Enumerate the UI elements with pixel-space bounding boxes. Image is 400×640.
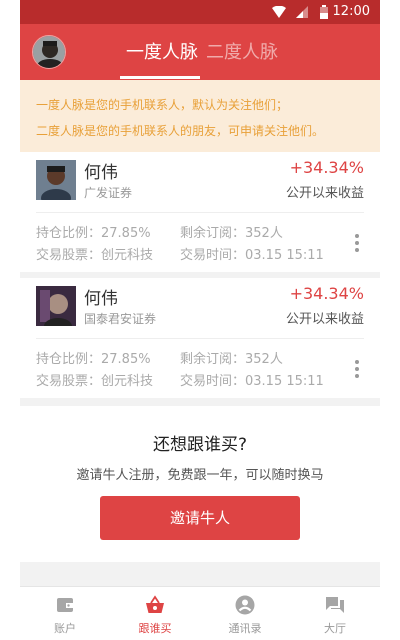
notice-line-2: 二度人脉是您的手机联系人的朋友，可申请关注他们。 bbox=[36, 124, 325, 138]
battery-icon bbox=[320, 5, 328, 19]
status-time: 12:00 bbox=[332, 4, 370, 19]
invite-title: 还想跟谁买? bbox=[152, 435, 248, 455]
user-avatar[interactable] bbox=[32, 35, 66, 69]
trader-broker: 广发证券 bbox=[84, 186, 133, 200]
more-options-icon[interactable] bbox=[354, 234, 360, 254]
tab-first-degree[interactable]: 一度人脉 bbox=[126, 38, 198, 64]
return-label: 公开以来收益 bbox=[285, 312, 364, 327]
invite-section: 还想跟谁买? 邀请牛人注册，免费跟一年，可以随时换马 邀请牛人 bbox=[20, 406, 380, 562]
nav-label: 大厅 bbox=[324, 622, 346, 635]
wallet-icon bbox=[57, 598, 73, 612]
nav-account[interactable]: 账户 bbox=[20, 587, 110, 640]
invite-button[interactable]: 邀请牛人 bbox=[100, 496, 300, 540]
bottom-nav: 账户 跟谁买 通讯录 大厅 bbox=[20, 586, 380, 640]
notice-line-1: 一度人脉是您的手机联系人，默认为关注他们； bbox=[36, 98, 289, 112]
invite-subtitle: 邀请牛人注册，免费跟一年，可以随时换马 bbox=[76, 468, 324, 483]
status-bar: 12:00 bbox=[20, 0, 380, 24]
nav-label: 通讯录 bbox=[228, 622, 262, 635]
card-divider bbox=[36, 338, 364, 339]
return-percent: +34.34% bbox=[289, 284, 364, 303]
info-notice: 一度人脉是您的手机联系人，默认为关注他们； 二度人脉是您的手机联系人的朋友，可申… bbox=[20, 80, 380, 152]
active-tab-indicator bbox=[120, 76, 200, 79]
nav-label: 跟谁买 bbox=[138, 622, 172, 635]
wifi-icon bbox=[272, 6, 286, 18]
nav-hall[interactable]: 大厅 bbox=[290, 587, 380, 640]
trader-card[interactable]: 何伟 国泰君安证券 +34.34% 公开以来收益 持仓比例：27.85% 剩余订… bbox=[20, 278, 380, 398]
traded-stock: 交易股票：创元科技 bbox=[36, 374, 154, 389]
nav-label: 账户 bbox=[54, 622, 76, 635]
remaining-subscriptions: 剩余订阅：352人 bbox=[180, 352, 283, 367]
trade-time: 交易时间：03.15 15:11 bbox=[180, 248, 324, 263]
trader-card[interactable]: 何伟 广发证券 +34.34% 公开以来收益 持仓比例：27.85% 剩余订阅：… bbox=[20, 152, 380, 272]
card-divider bbox=[36, 212, 364, 213]
more-options-icon[interactable] bbox=[354, 360, 360, 380]
trader-broker: 国泰君安证券 bbox=[84, 312, 157, 326]
trader-name: 何伟 bbox=[84, 163, 118, 183]
trader-photo[interactable] bbox=[36, 286, 76, 326]
traded-stock: 交易股票：创元科技 bbox=[36, 248, 154, 263]
position-ratio: 持仓比例：27.85% bbox=[36, 352, 151, 367]
contact-icon bbox=[235, 595, 255, 615]
trader-name: 何伟 bbox=[84, 289, 118, 309]
signal-icon bbox=[296, 6, 308, 18]
app-screen: 12:00 一度人脉 二度人脉 一度人脉是您的手机联系人，默认为关注他们； 二度… bbox=[20, 0, 380, 640]
chat-icon bbox=[326, 597, 344, 613]
remaining-subscriptions: 剩余订阅：352人 bbox=[180, 226, 283, 241]
return-label: 公开以来收益 bbox=[285, 186, 364, 201]
trade-time: 交易时间：03.15 15:11 bbox=[180, 374, 324, 389]
tab-second-degree[interactable]: 二度人脉 bbox=[206, 38, 278, 64]
top-header: 一度人脉 二度人脉 bbox=[20, 24, 380, 80]
nav-follow-buy[interactable]: 跟谁买 bbox=[110, 587, 200, 640]
trader-photo[interactable] bbox=[36, 160, 76, 200]
nav-contacts[interactable]: 通讯录 bbox=[200, 587, 290, 640]
basket-icon bbox=[146, 595, 164, 613]
position-ratio: 持仓比例：27.85% bbox=[36, 226, 151, 241]
return-percent: +34.34% bbox=[289, 158, 364, 177]
